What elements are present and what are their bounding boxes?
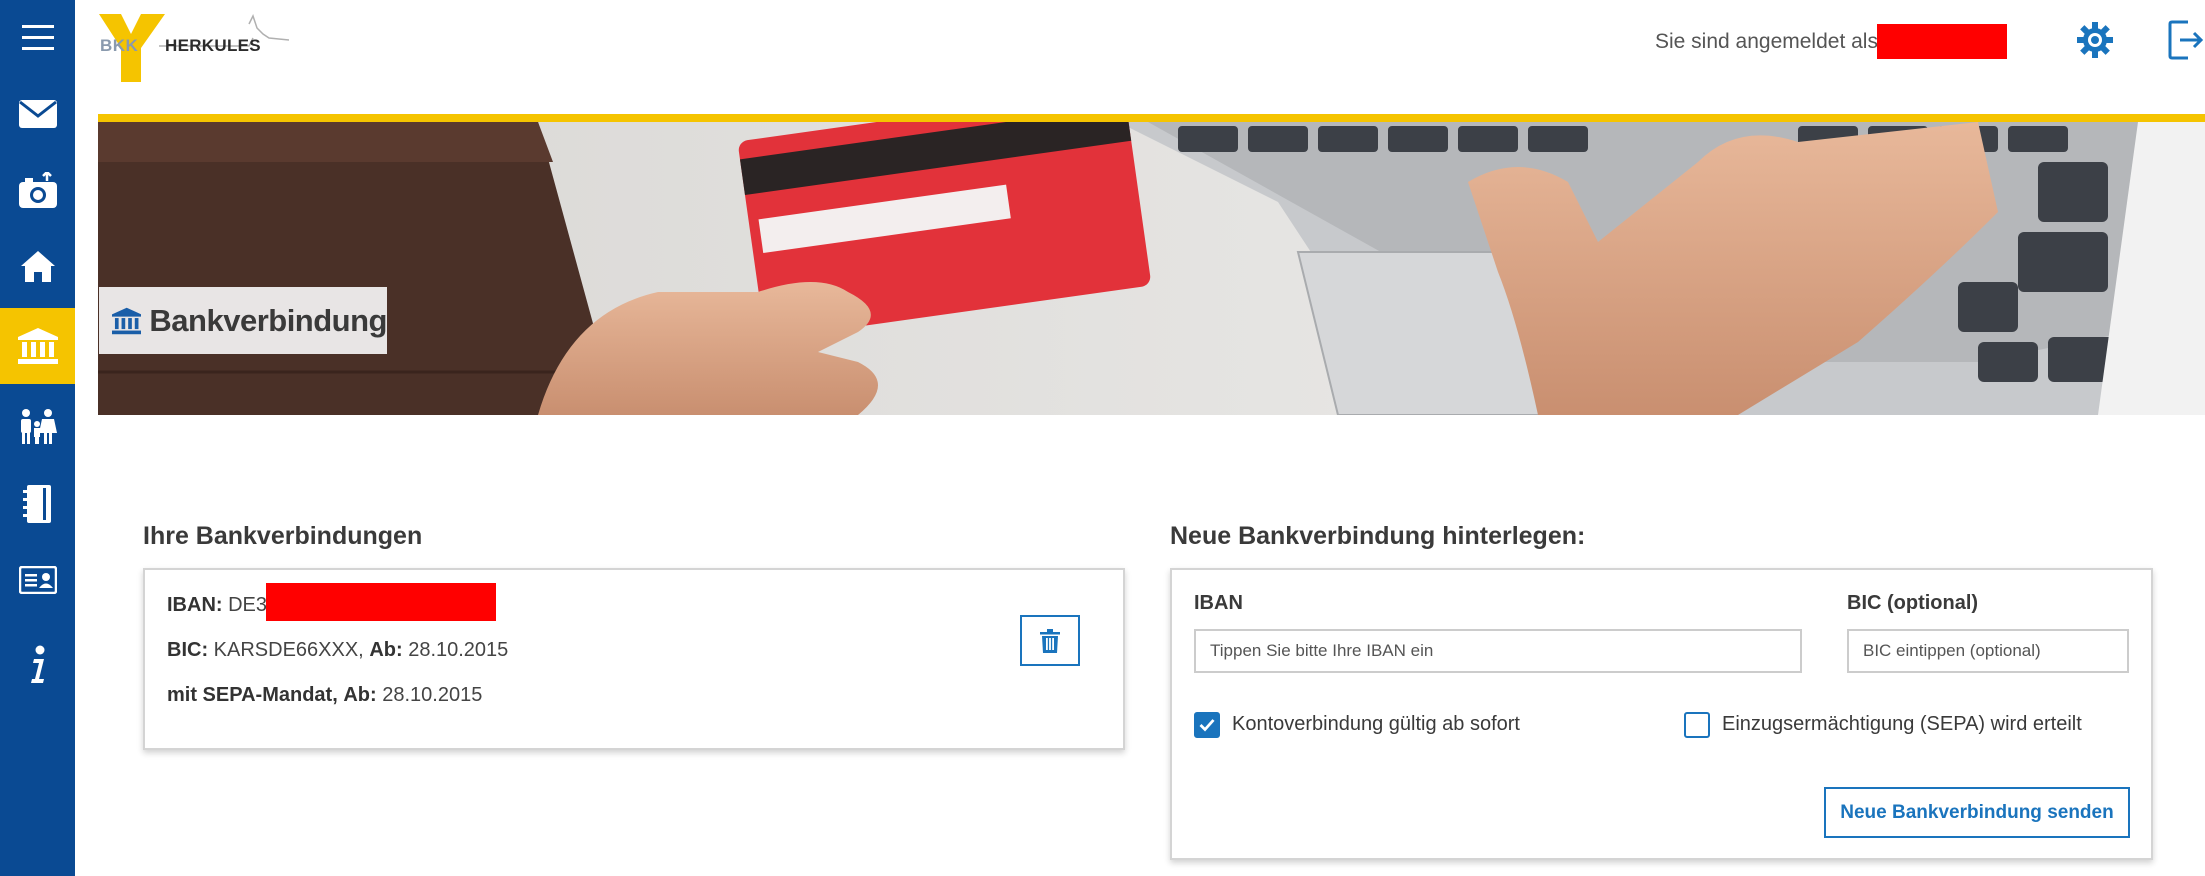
sidebar-item-info[interactable] bbox=[0, 626, 75, 702]
family-icon bbox=[20, 409, 57, 444]
redacted-username bbox=[1877, 24, 2007, 59]
bic-from-label: Ab: bbox=[369, 639, 403, 661]
sepa-label: mit SEPA-Mandat, bbox=[167, 684, 338, 706]
sidebar-item-bank[interactable] bbox=[0, 308, 75, 384]
sidebar-item-home[interactable] bbox=[0, 228, 75, 304]
sepa-from-value: 28.10.2015 bbox=[382, 684, 483, 706]
logo-bkk-text: BKK bbox=[100, 36, 139, 55]
login-status-label: Sie sind angemeldet als: bbox=[1655, 30, 1884, 53]
sidebar-item-family[interactable] bbox=[0, 388, 75, 464]
sidebar-item-idcard[interactable] bbox=[0, 542, 75, 618]
sidebar-item-menu[interactable] bbox=[0, 0, 75, 76]
bic-input[interactable] bbox=[1847, 629, 2129, 673]
delete-account-button[interactable] bbox=[1020, 615, 1080, 666]
hero-banner bbox=[98, 122, 2205, 415]
info-icon bbox=[30, 645, 44, 683]
new-account-section-title: Neue Bankverbindung hinterlegen: bbox=[1170, 522, 1586, 550]
submit-new-account-button[interactable]: Neue Bankverbindung senden bbox=[1824, 787, 2130, 838]
gear-icon bbox=[2077, 22, 2113, 58]
sepa-line: mit SEPA-Mandat, Ab: 28.10.2015 bbox=[167, 684, 482, 707]
logo[interactable]: BKK HERKULES bbox=[99, 14, 289, 82]
bic-value: KARSDE66XXX, bbox=[213, 639, 364, 661]
logout-button[interactable] bbox=[2168, 20, 2204, 60]
id-card-icon bbox=[18, 566, 57, 594]
redacted-iban bbox=[266, 583, 496, 621]
iban-line: IBAN: DE30 bbox=[167, 594, 278, 617]
home-icon bbox=[20, 251, 55, 282]
bank-icon bbox=[112, 307, 142, 334]
sepa-from-label: Ab: bbox=[343, 684, 377, 706]
sepa-mandate-label[interactable]: Einzugsermächtigung (SEPA) wird erteilt bbox=[1722, 713, 2082, 736]
banner-photo bbox=[98, 122, 2205, 415]
account-card: IBAN: DE30 BIC: KARSDE66XXX, Ab: 28.10.2… bbox=[143, 568, 1125, 750]
iban-label: IBAN: bbox=[167, 594, 223, 616]
header-divider bbox=[98, 114, 2205, 122]
bic-from-value: 28.10.2015 bbox=[408, 639, 509, 661]
bic-line: BIC: KARSDE66XXX, Ab: 28.10.2015 bbox=[167, 639, 508, 662]
sidebar-item-mail[interactable] bbox=[0, 76, 75, 152]
bank-icon bbox=[17, 328, 58, 364]
notebook-icon bbox=[22, 485, 51, 523]
valid-immediately-label[interactable]: Kontoverbindung gültig ab sofort bbox=[1232, 713, 1520, 736]
settings-button[interactable] bbox=[2077, 22, 2113, 58]
valid-immediately-checkbox[interactable] bbox=[1194, 712, 1220, 738]
mail-icon bbox=[18, 100, 57, 128]
page-title: Bankverbindung bbox=[149, 302, 387, 338]
sidebar-item-upload[interactable] bbox=[0, 152, 75, 228]
bic-label: BIC: bbox=[167, 639, 209, 661]
page-title-box: Bankverbindung bbox=[99, 287, 387, 354]
sepa-mandate-checkbox[interactable] bbox=[1684, 712, 1710, 738]
iban-input[interactable] bbox=[1194, 629, 1802, 673]
iban-field-label: IBAN bbox=[1194, 592, 1243, 614]
logout-icon bbox=[2168, 20, 2204, 60]
checkmark-icon bbox=[1199, 719, 1215, 732]
bic-field-label: BIC (optional) bbox=[1847, 592, 1979, 614]
logo-herkules-text: HERKULES bbox=[165, 36, 261, 55]
sidebar bbox=[0, 0, 75, 876]
accounts-section-title: Ihre Bankverbindungen bbox=[143, 522, 423, 550]
sidebar-item-notebook[interactable] bbox=[0, 466, 75, 542]
menu-icon bbox=[21, 25, 54, 50]
trash-icon bbox=[1040, 628, 1060, 653]
camera-upload-icon bbox=[18, 172, 57, 208]
